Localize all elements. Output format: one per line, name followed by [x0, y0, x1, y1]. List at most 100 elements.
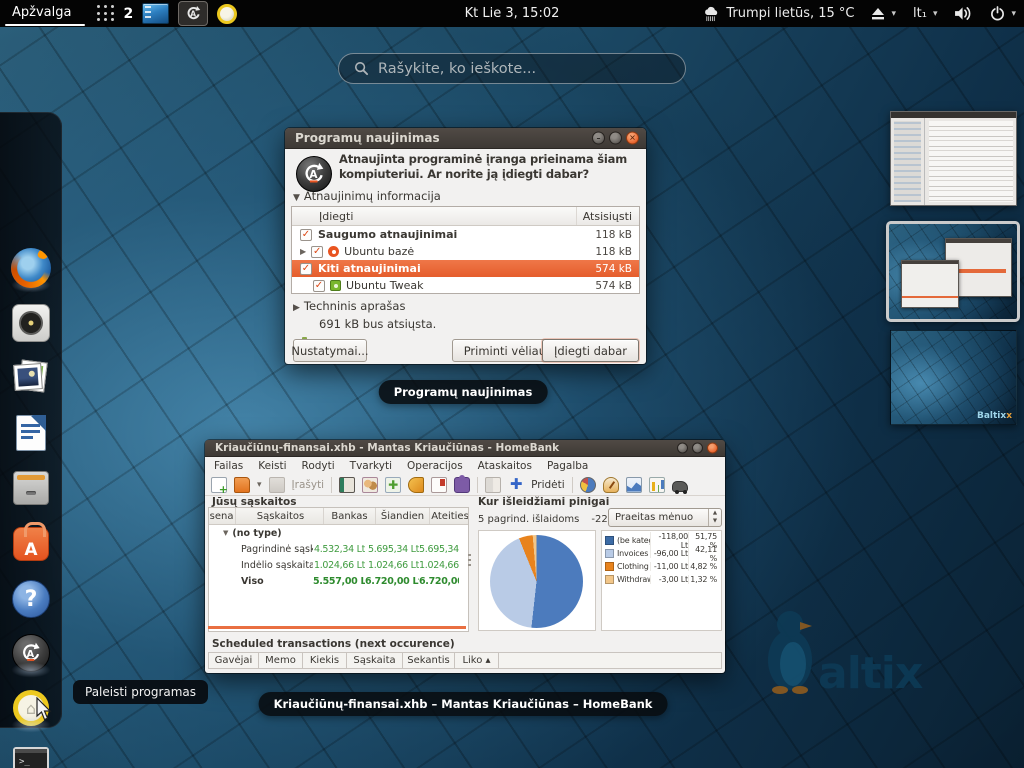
assignments-icon[interactable] — [408, 477, 424, 493]
table-row[interactable]: ▶ ✓ Ubuntu bazė 118 kB — [292, 243, 639, 260]
menu-tvarkyti[interactable]: Tvarkyti — [350, 460, 392, 472]
tray-baltix-icon[interactable] — [217, 4, 237, 24]
table-row-selected[interactable]: ✓ Kiti atnaujinimai 574 kB — [292, 260, 639, 277]
pane-resize-handle[interactable] — [468, 554, 471, 568]
info-expander[interactable]: ▼Atnaujinimų informacija — [293, 189, 441, 203]
vehicle-cost-icon[interactable] — [672, 481, 688, 492]
checkbox-checked[interactable]: ✓ — [311, 246, 323, 258]
dock-item-software-updater[interactable]: A — [11, 633, 51, 673]
balance-report-icon[interactable] — [626, 477, 642, 493]
activities-button[interactable]: Apžvalga — [0, 0, 83, 27]
categories-icon[interactable]: ✚ — [385, 477, 401, 493]
dock-item-file-cabinet[interactable] — [11, 468, 51, 508]
col-saskaita[interactable]: Sąskaita — [347, 653, 403, 668]
keyboard-layout-menu[interactable]: lt₁ ▾ — [913, 6, 937, 21]
expander-arrow-right-icon: ▶ — [293, 303, 300, 313]
volume-indicator[interactable] — [954, 6, 973, 21]
budget-icon[interactable] — [431, 477, 447, 493]
col-future[interactable]: Ateities — [430, 508, 469, 524]
show-register-icon[interactable] — [485, 477, 501, 493]
removable-media-menu[interactable]: ▾ — [871, 8, 896, 20]
menu-keisti[interactable]: Keisti — [258, 460, 286, 472]
dock-item-firefox[interactable] — [11, 248, 51, 288]
legend-row[interactable]: Invoices -96,00 Lt 42,11 % — [602, 547, 721, 560]
search-input[interactable] — [378, 61, 658, 77]
menu-operacijos[interactable]: Operacijos — [407, 460, 463, 472]
open-dropdown-arrow[interactable]: ▾ — [257, 480, 262, 490]
new-file-button[interactable] — [211, 477, 227, 493]
expander-arrow-right-icon[interactable]: ▶ — [300, 247, 306, 256]
col-status[interactable]: Būsena — [209, 508, 236, 524]
close-button[interactable]: ✕ — [626, 132, 639, 145]
dock-item-rhythmbox[interactable] — [11, 303, 51, 343]
account-row[interactable]: Indėlio sąskaita 1.024,66 Lt 1.024,66 Lt… — [209, 557, 468, 573]
menu-rodyti[interactable]: Rodyti — [302, 460, 335, 472]
trendtime-report-icon[interactable] — [603, 477, 619, 493]
open-file-button[interactable] — [234, 477, 250, 493]
statistics-report-icon[interactable] — [580, 477, 596, 493]
clock[interactable]: Kt Lie 3, 15:02 — [465, 0, 560, 27]
tray-terminal-icon[interactable] — [142, 3, 169, 24]
account-total-row[interactable]: Viso 5.557,00 Lt 6.720,00 Lt 6.720,00 Lt — [209, 573, 468, 589]
homebank-titlebar[interactable]: Kriaučiūnų-finansai.xhb - Mantas Kriauči… — [205, 440, 725, 457]
updater-window-caption: Programų naujinimas — [379, 380, 548, 404]
col-accounts[interactable]: Sąskaitos — [236, 508, 324, 524]
spinner-arrows-icon[interactable]: ▲▼ — [708, 509, 721, 526]
save-button[interactable] — [269, 477, 285, 493]
weather-indicator[interactable]: Trumpi lietūs, 15 °C — [703, 6, 854, 22]
power-menu[interactable]: ▾ — [990, 6, 1016, 21]
menu-pagalba[interactable]: Pagalba — [547, 460, 588, 472]
checkbox-checked[interactable]: ✓ — [300, 229, 312, 241]
col-kiekis[interactable]: Kiekis — [303, 653, 347, 668]
maximize-button[interactable] — [692, 443, 703, 454]
col-download[interactable]: Atsisiųsti — [576, 207, 632, 225]
search-bar[interactable] — [338, 53, 686, 84]
install-now-button[interactable]: Įdiegti dabar — [542, 339, 639, 362]
minimize-button[interactable] — [677, 443, 688, 454]
maximize-button[interactable] — [609, 132, 622, 145]
accounts-ledger-icon[interactable] — [339, 477, 355, 493]
dock-item-shotwell[interactable] — [11, 358, 51, 398]
dock-item-software-center[interactable]: A — [11, 523, 51, 563]
save-label[interactable]: Įrašyti — [292, 479, 325, 491]
payees-icon[interactable] — [362, 477, 378, 493]
menu-failas[interactable]: Failas — [214, 460, 243, 472]
col-today[interactable]: Šiandien — [376, 508, 430, 524]
table-row[interactable]: ✓ Saugumo atnaujinimai 118 kB — [292, 226, 639, 243]
dock-item-terminal[interactable]: >_ — [11, 742, 51, 768]
legend-row[interactable]: Withdrawal of cash -3,00 Lt 1,32 % — [602, 573, 721, 586]
workspace-thumbnail-3[interactable]: Baltixx — [890, 330, 1017, 425]
settings-button[interactable]: Nustatymai... — [293, 339, 367, 362]
checkbox-checked[interactable]: ✓ — [313, 280, 325, 292]
tech-expander[interactable]: ▶Techninis aprašas — [293, 299, 405, 313]
checkbox-checked[interactable]: ✓ — [300, 263, 312, 275]
workspace-grid-icon[interactable] — [97, 5, 114, 22]
account-row[interactable]: Pagrindinė sąska 4.532,34 Lt 5.695,34 Lt… — [209, 541, 468, 557]
add-transaction-icon[interactable]: ✚ — [508, 477, 524, 493]
close-button[interactable] — [707, 443, 718, 454]
account-group-row[interactable]: ▼ (no type) — [209, 525, 468, 541]
col-bank[interactable]: Bankas — [324, 508, 376, 524]
expander-arrow-down-icon[interactable]: ▼ — [223, 529, 228, 537]
col-liko-sorted[interactable]: Liko ▴ — [455, 653, 499, 668]
add-label[interactable]: Pridėti — [531, 479, 565, 491]
dock-item-help[interactable]: ? — [11, 579, 51, 619]
table-row[interactable]: ✓ Ubuntu Tweak 574 kB — [292, 277, 639, 294]
col-sekantis[interactable]: Sekantis — [403, 653, 455, 668]
legend-row[interactable]: Clothing -11,00 Lt 4,82 % — [602, 560, 721, 573]
workspace-thumbnail-1[interactable] — [890, 111, 1017, 206]
plugins-icon[interactable] — [454, 477, 470, 493]
scheduled-heading: Scheduled transactions (next occurence) — [212, 638, 455, 650]
minimize-button[interactable]: – — [592, 132, 605, 145]
col-install[interactable]: Įdiegti — [292, 210, 353, 223]
updater-titlebar[interactable]: Programų naujinimas – ✕ — [285, 128, 646, 149]
workspace-number[interactable]: 2 — [123, 6, 133, 22]
dock-item-writer[interactable] — [11, 413, 51, 453]
col-gavejai[interactable]: Gavėjai — [209, 653, 259, 668]
tray-software-updater-icon[interactable]: A — [178, 1, 208, 26]
period-select[interactable]: Praeitas mėnuo ▲▼ — [608, 508, 722, 527]
budget-report-icon[interactable] — [649, 477, 665, 493]
col-memo[interactable]: Memo — [259, 653, 303, 668]
menu-ataskaitos[interactable]: Ataskaitos — [478, 460, 532, 472]
workspace-thumbnail-2-selected[interactable] — [886, 221, 1020, 322]
